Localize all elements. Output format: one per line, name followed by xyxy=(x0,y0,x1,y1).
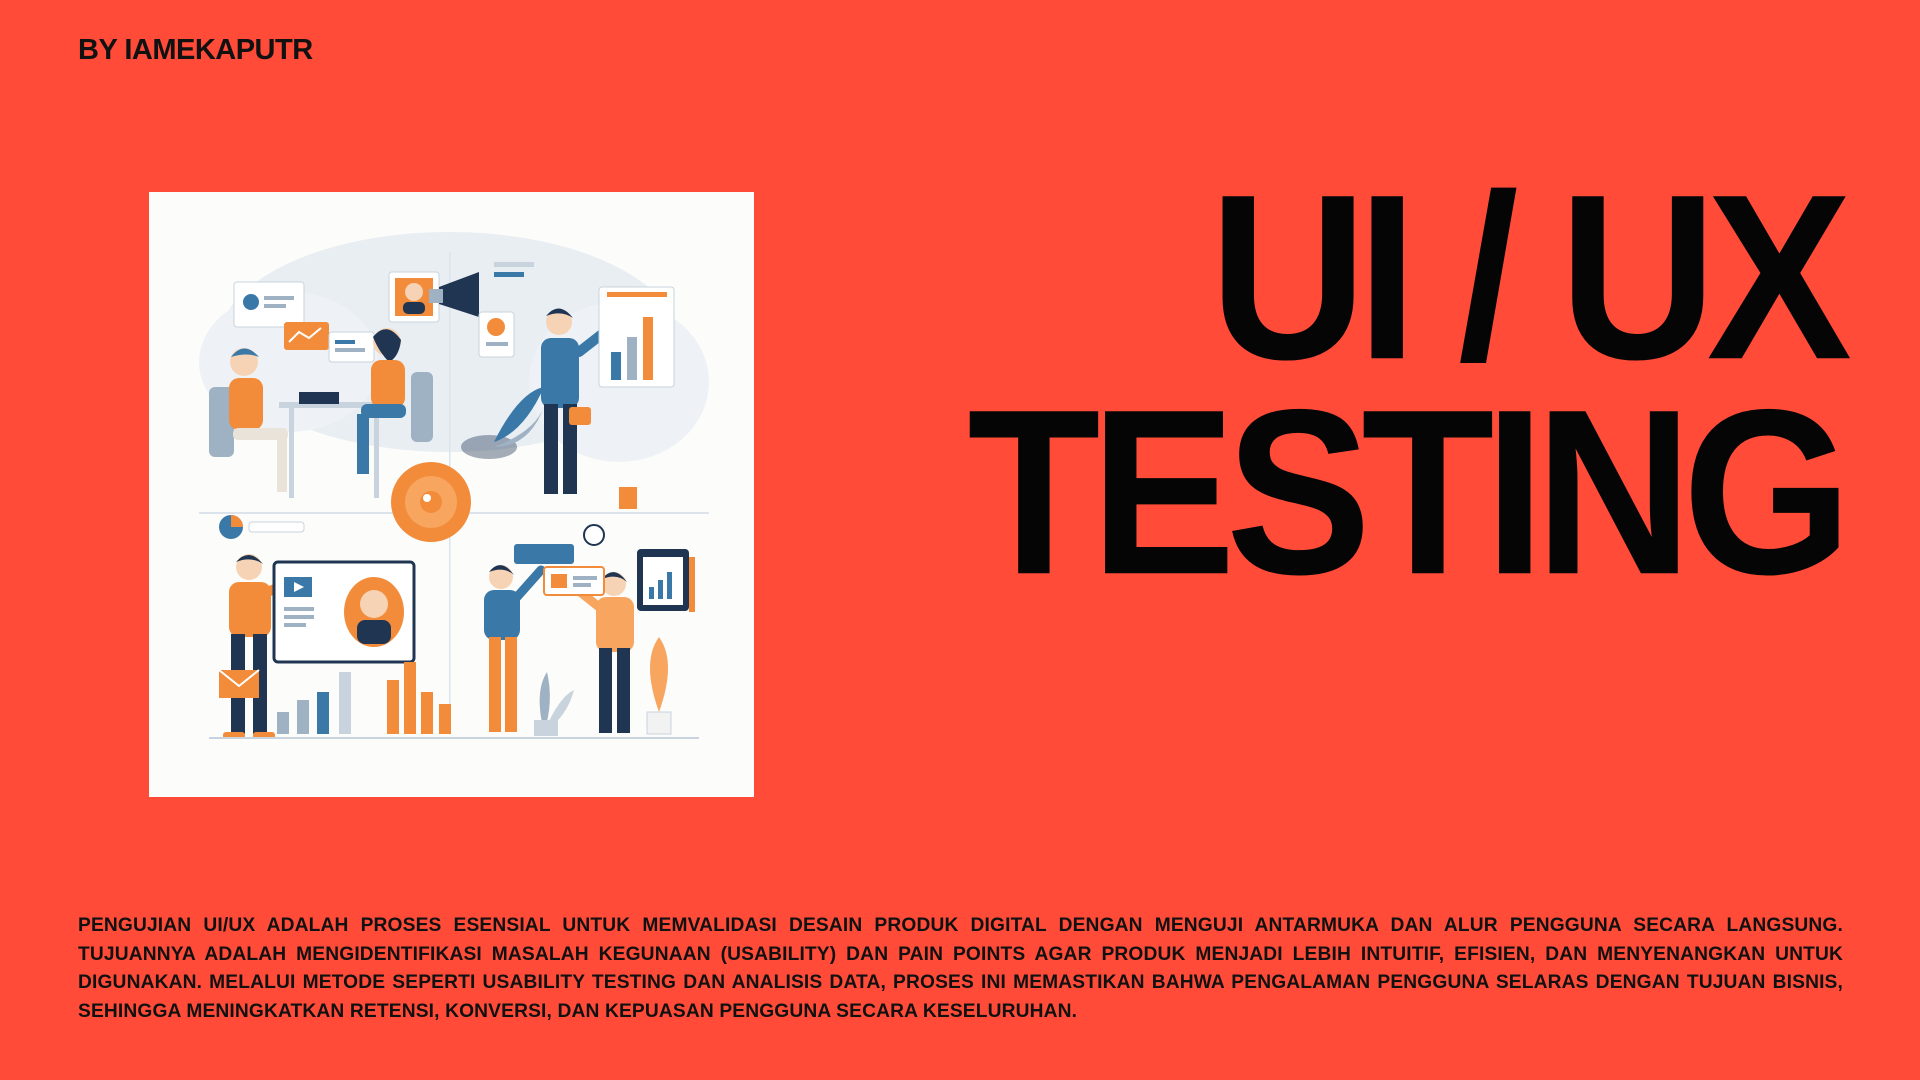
byline: BY IAMEKAPUTR xyxy=(78,34,313,66)
ui-ux-team-illustration-icon xyxy=(199,232,709,739)
page-title: UI / UX TESTING xyxy=(967,146,1852,611)
description-paragraph: PENGUJIAN UI/UX ADALAH PROSES ESENSIAL U… xyxy=(78,915,1843,1022)
illustration-card xyxy=(149,192,754,797)
title-line-1: UI / UX xyxy=(1209,146,1852,409)
title-line-2: TESTING xyxy=(967,361,1852,625)
